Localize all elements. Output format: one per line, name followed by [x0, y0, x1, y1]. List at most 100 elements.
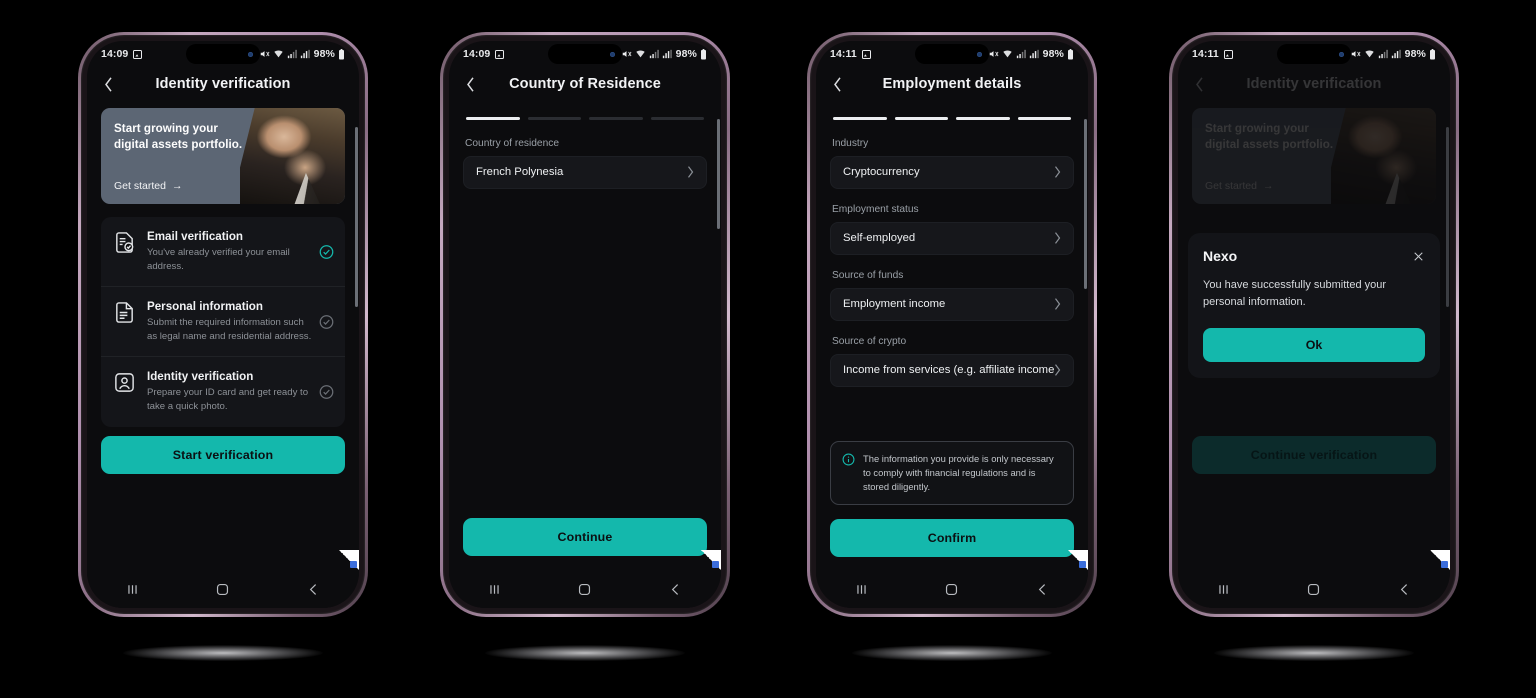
battery-icon — [339, 48, 344, 59]
phone-shadow — [485, 645, 685, 661]
phone-1-body: Start growing your digital assets portfo… — [87, 108, 359, 608]
recents-icon[interactable] — [486, 581, 503, 598]
id-card-icon — [113, 371, 136, 394]
chevron-left-icon — [104, 76, 112, 92]
field-label: Industry — [832, 137, 869, 149]
document-icon — [113, 301, 136, 324]
page-title: Employment details — [882, 76, 1022, 92]
recents-icon[interactable] — [1215, 581, 1232, 598]
back-button[interactable] — [99, 75, 117, 93]
field-label: Source of funds — [832, 269, 904, 281]
check-circle-icon — [319, 314, 334, 329]
chevron-right-icon — [1055, 232, 1061, 244]
list-item[interactable]: Email verification You've already verifi… — [101, 217, 345, 286]
mute-icon — [260, 51, 270, 57]
signal-2-icon — [1391, 49, 1401, 59]
status-bar-left: 14:09 — [101, 48, 143, 60]
back-icon[interactable] — [1396, 581, 1413, 598]
list-item-text: Email verification You've already verifi… — [147, 230, 333, 273]
step-segment-1 — [833, 117, 887, 120]
wifi-icon — [274, 50, 283, 58]
field-select[interactable]: Cryptocurrency — [830, 155, 1074, 189]
promo-banner[interactable]: Start growing your digital assets portfo… — [1192, 108, 1436, 204]
status-time: 14:09 — [101, 48, 129, 60]
field-label: Source of crypto — [832, 335, 907, 347]
back-icon[interactable] — [1034, 581, 1051, 598]
continue-button[interactable]: Continue — [463, 518, 707, 556]
status-badge-pending — [319, 385, 334, 400]
banner-line-2: digital assets portfolio. — [114, 137, 243, 151]
recents-icon[interactable] — [853, 581, 870, 598]
home-icon[interactable] — [214, 581, 231, 598]
step-segment-4 — [650, 117, 704, 120]
wifi-icon — [1365, 50, 1374, 58]
phone-2-screen: 14:09 98% Country of Residence Country o… — [449, 41, 721, 608]
arrow-right-icon: → — [1262, 180, 1274, 192]
recents-icon[interactable] — [124, 581, 141, 598]
phone-3-employment-details: 14:11 98% Employment details Industry Cr… — [807, 32, 1097, 617]
get-started-link[interactable]: Get started → — [1205, 180, 1273, 192]
status-bar-left: 14:11 — [830, 48, 871, 60]
android-nav-bar — [449, 570, 721, 608]
status-bar: 14:11 98% — [816, 41, 1088, 67]
progress-stepper — [833, 117, 1071, 120]
field-select[interactable]: Self-employed — [830, 221, 1074, 255]
field-value: Cryptocurrency — [843, 166, 920, 178]
scrollbar[interactable] — [717, 119, 720, 229]
step-segment-3 — [956, 117, 1010, 120]
get-started-link[interactable]: Get started → — [114, 180, 182, 192]
scrollbar[interactable] — [1446, 127, 1449, 307]
phone-1-screen: 14:09 98% Identity verification Start gr… — [87, 41, 359, 608]
field-select[interactable]: Income from services (e.g. affiliate inc… — [830, 353, 1074, 387]
back-button[interactable] — [461, 75, 479, 93]
list-item[interactable]: Personal information Submit the required… — [101, 286, 345, 356]
home-icon[interactable] — [943, 581, 960, 598]
screenshot-icon — [861, 49, 871, 59]
battery-icon — [1068, 48, 1073, 59]
confirm-button[interactable]: Confirm — [830, 519, 1074, 557]
back-button[interactable] — [1190, 75, 1208, 93]
ok-button[interactable]: Ok — [1203, 328, 1425, 362]
list-item-subtitle: Prepare your ID card and get ready to ta… — [147, 387, 309, 413]
screenshot-icon — [495, 49, 505, 59]
status-bar-left: 14:09 — [463, 48, 505, 60]
home-icon[interactable] — [1305, 581, 1322, 598]
wifi-icon — [636, 50, 645, 58]
mute-icon — [622, 51, 632, 57]
back-icon[interactable] — [667, 581, 684, 598]
watermark-icon — [701, 550, 721, 570]
progress-stepper — [466, 117, 704, 120]
status-bar-left: 14:11 — [1192, 48, 1233, 60]
step-segment-3 — [589, 117, 643, 120]
android-nav-bar — [87, 570, 359, 608]
list-item-title: Email verification — [147, 230, 244, 243]
status-bar: 14:09 98% — [87, 41, 359, 67]
get-started-label: Get started — [114, 180, 166, 192]
signal-icon — [649, 49, 659, 59]
battery-icon — [701, 48, 706, 59]
close-icon[interactable] — [1412, 250, 1425, 263]
field-value: Employment income — [843, 298, 946, 310]
list-item-subtitle: Submit the required information such as … — [147, 317, 312, 342]
scrollbar[interactable] — [355, 127, 358, 307]
continue-verification-button[interactable]: Continue verification — [1192, 436, 1436, 474]
camera-notch — [1277, 44, 1351, 64]
field-select[interactable]: Employment income — [830, 287, 1074, 321]
promo-banner[interactable]: Start growing your digital assets portfo… — [101, 108, 345, 204]
back-button[interactable] — [828, 75, 846, 93]
status-time: 14:09 — [463, 48, 491, 60]
page-title: Identity verification — [1246, 76, 1382, 92]
start-verification-button[interactable]: Start verification — [101, 436, 345, 474]
phone-1-identity-verification: 14:09 98% Identity verification Start gr… — [78, 32, 368, 617]
list-item[interactable]: Identity verification Prepare your ID ca… — [101, 356, 345, 426]
field-value: Self-employed — [843, 232, 916, 244]
field-select[interactable]: French Polynesia — [463, 155, 707, 189]
list-item-text: Identity verification Prepare your ID ca… — [147, 370, 333, 413]
home-icon[interactable] — [576, 581, 593, 598]
phone-shadow — [852, 645, 1052, 661]
back-icon[interactable] — [305, 581, 322, 598]
scrollbar[interactable] — [1084, 119, 1087, 289]
signal-2-icon — [1029, 49, 1039, 59]
app-header: Employment details — [816, 67, 1088, 101]
android-nav-bar — [1178, 570, 1450, 608]
